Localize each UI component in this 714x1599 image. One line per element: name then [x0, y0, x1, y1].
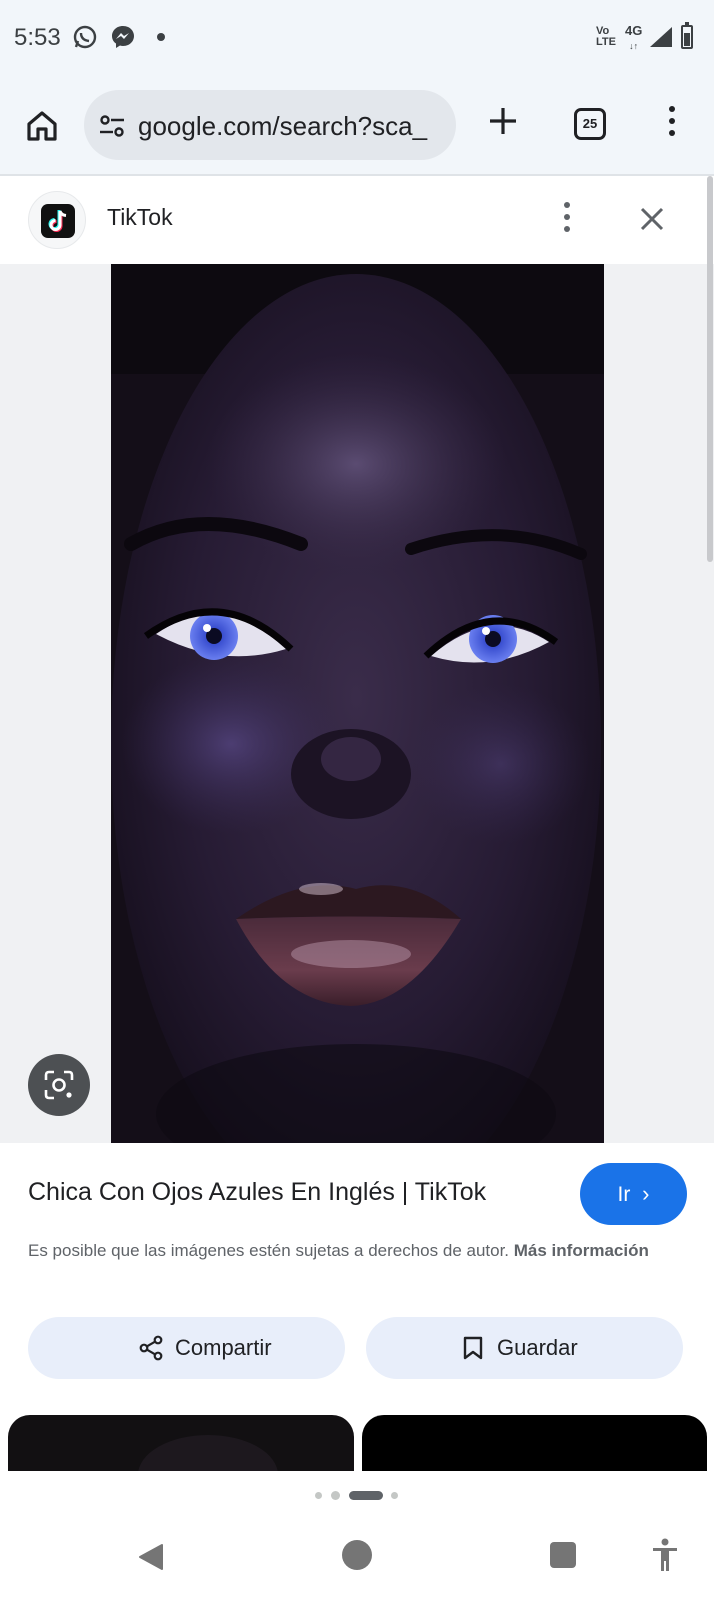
page-dot: [391, 1492, 398, 1499]
share-icon: [139, 1335, 163, 1361]
share-label: Compartir: [175, 1335, 272, 1360]
signal-icon: [650, 27, 672, 47]
whatsapp-icon: [73, 25, 97, 49]
status-bar: 5:53 Vo LTE 4G ↓↑: [0, 0, 714, 80]
close-icon[interactable]: [637, 204, 667, 234]
network-type: 4G ↓↑: [625, 23, 643, 52]
tiktok-logo-icon: [28, 191, 86, 249]
related-image-thumbnail[interactable]: [8, 1415, 354, 1471]
go-button[interactable]: Ir ›: [580, 1163, 687, 1225]
copyright-notice: Es posible que las imágenes estén sujeta…: [28, 1237, 678, 1265]
result-title[interactable]: Chica Con Ojos Azules En Inglés | TikTok: [28, 1178, 486, 1207]
site-settings-icon[interactable]: [98, 112, 126, 140]
home-icon[interactable]: [24, 108, 60, 144]
source-name: TikTok: [107, 204, 173, 230]
system-nav-bar: [0, 1520, 714, 1599]
accessibility-icon[interactable]: [652, 1538, 678, 1572]
page-dot: [331, 1491, 340, 1500]
scrollbar[interactable]: [707, 176, 713, 562]
more-options-icon[interactable]: [560, 202, 574, 238]
more-info-link[interactable]: Más información: [514, 1241, 649, 1260]
messenger-icon: [112, 26, 134, 48]
save-button[interactable]: Guardar: [366, 1317, 683, 1379]
volte-indicator: Vo LTE: [596, 25, 616, 48]
image-viewer: [0, 264, 714, 1143]
back-icon[interactable]: [136, 1542, 166, 1572]
home-button-icon[interactable]: [342, 1540, 372, 1570]
battery-icon: [681, 22, 693, 49]
tab-switcher-button[interactable]: 25: [574, 108, 606, 140]
notification-dot: [157, 33, 165, 41]
page-dot: [315, 1492, 322, 1499]
bookmark-icon: [463, 1336, 483, 1360]
copyright-text: Es posible que las imágenes estén sujeta…: [28, 1241, 514, 1260]
page-indicator: [315, 1489, 405, 1501]
page-dot-active: [349, 1491, 383, 1500]
address-bar[interactable]: google.com/search?sca_: [84, 90, 456, 160]
share-button[interactable]: Compartir: [28, 1317, 345, 1379]
source-header: TikTok: [0, 176, 714, 264]
browser-toolbar: google.com/search?sca_ 25: [0, 80, 714, 174]
recents-icon[interactable]: [550, 1542, 576, 1568]
lens-button[interactable]: [28, 1054, 90, 1116]
related-image-thumbnail[interactable]: [362, 1415, 707, 1471]
result-image[interactable]: [111, 264, 604, 1143]
browser-menu-icon[interactable]: [666, 106, 678, 140]
url-text[interactable]: google.com/search?sca_: [138, 111, 448, 142]
status-time: 5:53: [14, 24, 61, 51]
go-label: Ir: [617, 1183, 631, 1206]
chevron-right-icon: ›: [642, 1181, 650, 1206]
save-label: Guardar: [497, 1335, 578, 1360]
new-tab-icon[interactable]: [488, 106, 518, 136]
lens-icon: [44, 1070, 74, 1100]
